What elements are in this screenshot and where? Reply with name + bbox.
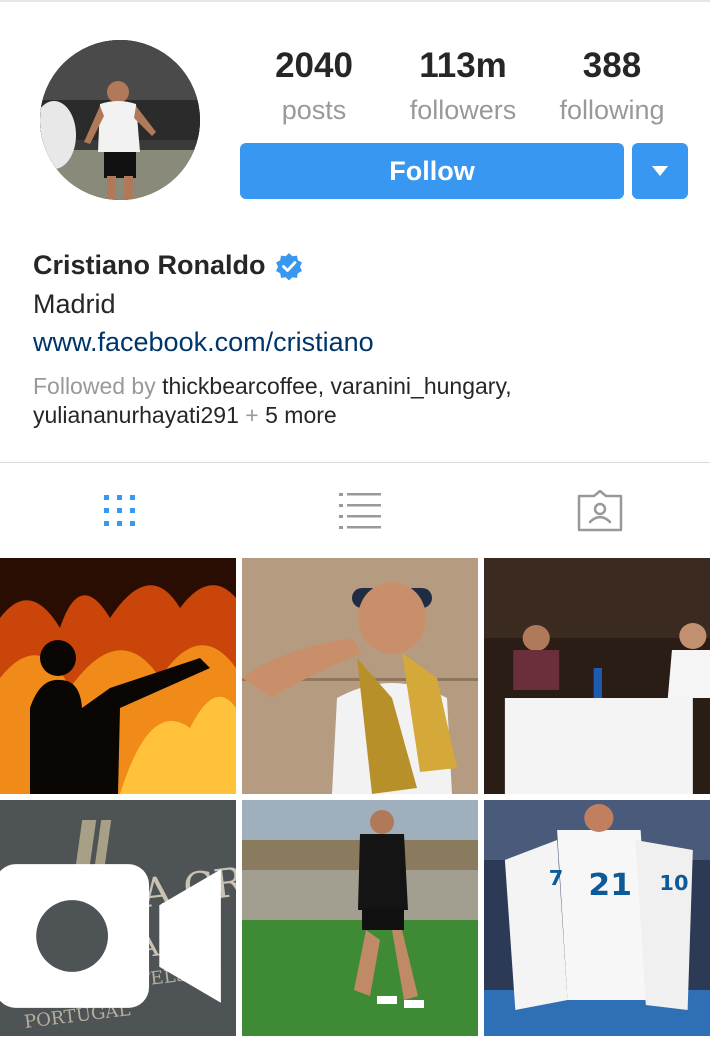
posts-count: 2040 xyxy=(275,46,353,85)
video-icon xyxy=(0,864,221,1008)
followed-by-prefix: Followed by xyxy=(33,373,156,399)
followed-by-user[interactable]: thickbearcoffee xyxy=(162,373,318,399)
following-label: following xyxy=(559,95,665,125)
profile-name: Cristiano Ronaldo xyxy=(33,250,266,280)
svg-text:10: 10 xyxy=(659,871,688,894)
tab-list[interactable] xyxy=(335,488,385,534)
followed-by-more-link[interactable]: 5 more xyxy=(265,402,337,428)
followed-by-user[interactable]: varanini_hungary xyxy=(330,373,505,399)
post-thumbnail[interactable]: ESTANA CR7 LISBOA IFESTYLE HOTELS PORTUG… xyxy=(0,800,236,1036)
stat-posts[interactable]: 2040 posts xyxy=(239,46,389,130)
followed-by-text: Followed by thickbearcoffee, varanini_hu… xyxy=(33,373,512,428)
followed-by-user[interactable]: yuliananurhayati291 xyxy=(33,402,239,428)
posts-label: posts xyxy=(281,95,347,125)
follow-button[interactable]: Follow xyxy=(240,143,624,199)
post-thumbnail[interactable] xyxy=(242,558,478,794)
stat-followers[interactable]: 113m followers xyxy=(388,46,538,130)
suggestions-dropdown-button[interactable] xyxy=(632,143,688,199)
post-thumbnail[interactable] xyxy=(484,558,710,794)
profile-website-link[interactable]: www.facebook.com/cristiano xyxy=(33,327,374,358)
list-icon xyxy=(339,493,381,529)
svg-text:7: 7 xyxy=(549,866,564,889)
tab-grid[interactable] xyxy=(95,488,145,534)
profile-name-row: Cristiano Ronaldo xyxy=(33,250,303,281)
followed-by-plus: + xyxy=(245,402,259,428)
post-thumbnail[interactable] xyxy=(242,800,478,1036)
profile-location: Madrid xyxy=(33,289,116,319)
tab-tagged[interactable] xyxy=(575,488,625,534)
post-thumbnail[interactable] xyxy=(0,558,236,794)
followers-count: 113m xyxy=(419,46,507,85)
tabs-divider xyxy=(0,462,710,463)
verified-badge-icon xyxy=(275,252,303,280)
followers-label: followers xyxy=(409,95,517,125)
following-count: 388 xyxy=(582,46,642,85)
post-thumbnail[interactable]: 21 7 10 xyxy=(484,800,710,1036)
stat-following[interactable]: 388 following xyxy=(537,46,687,130)
tagged-person-icon xyxy=(577,490,623,532)
grid-icon xyxy=(104,495,135,526)
chevron-down-icon xyxy=(652,166,668,176)
top-border xyxy=(0,0,710,2)
profile-avatar[interactable] xyxy=(40,40,200,200)
svg-text:21: 21 xyxy=(588,869,632,903)
